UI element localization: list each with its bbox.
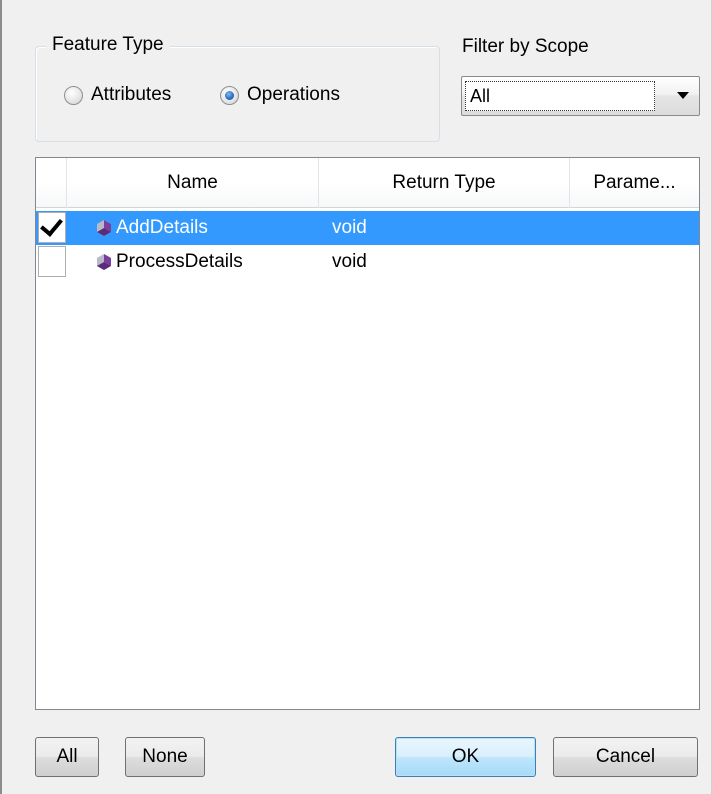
operations-radio[interactable] (220, 85, 239, 105)
attributes-radio[interactable] (64, 85, 83, 105)
scope-dropdown[interactable]: All (461, 76, 700, 116)
operations-radio-label[interactable]: Operations (247, 84, 340, 106)
operations-radio-option[interactable]: Operations (220, 84, 340, 106)
table-row[interactable]: ProcessDetails void (36, 245, 699, 279)
column-header-return-type[interactable]: Return Type (319, 158, 570, 208)
select-none-button[interactable]: None (125, 737, 205, 777)
column-header-check[interactable] (36, 158, 67, 208)
row-name: AddDetails (116, 217, 208, 238)
row-return-type: void (332, 217, 367, 238)
row-return-type: void (332, 251, 367, 272)
table-row[interactable]: AddDetails void (36, 211, 699, 245)
dropdown-arrow-icon[interactable] (677, 92, 689, 99)
filter-by-scope-label: Filter by Scope (462, 36, 589, 57)
row-name: ProcessDetails (116, 251, 243, 272)
attributes-radio-label[interactable]: Attributes (91, 84, 171, 106)
features-list[interactable]: Name Return Type Parame... AddDetails vo… (35, 157, 700, 710)
scope-dropdown-value[interactable]: All (465, 81, 655, 111)
row-checkbox[interactable] (38, 212, 66, 243)
column-header-parameters[interactable]: Parame... (570, 158, 699, 208)
ok-button[interactable]: OK (395, 737, 536, 777)
cancel-button[interactable]: Cancel (553, 737, 698, 777)
operation-icon (97, 220, 111, 236)
attributes-radio-option[interactable]: Attributes (64, 84, 171, 106)
select-features-dialog: Feature Type Attributes Operations Filte… (0, 0, 712, 794)
feature-type-legend: Feature Type (46, 34, 170, 56)
row-checkbox[interactable] (38, 246, 66, 277)
column-header-name[interactable]: Name (67, 158, 319, 208)
select-all-button[interactable]: All (35, 737, 99, 777)
list-header: Name Return Type Parame... (36, 158, 699, 208)
operation-icon (97, 254, 111, 270)
